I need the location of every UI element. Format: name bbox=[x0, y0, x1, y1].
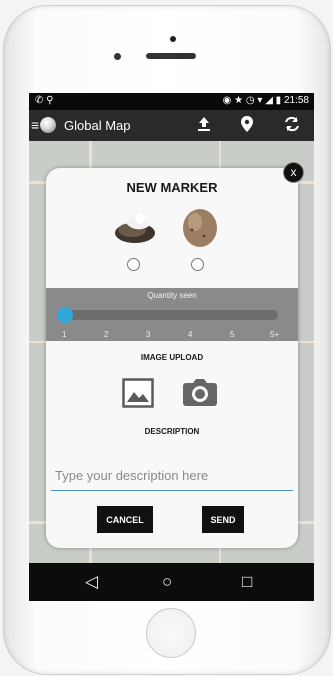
description-input[interactable] bbox=[51, 460, 293, 491]
notification-icons: ✆ ⚲ bbox=[35, 95, 54, 106]
app-title: Global Map bbox=[64, 118, 131, 133]
gallery-icon[interactable] bbox=[122, 378, 154, 408]
status-time: 21:58 bbox=[283, 95, 309, 106]
quantity-slider-thumb[interactable] bbox=[57, 307, 73, 323]
back-icon[interactable]: ◁ bbox=[85, 572, 98, 592]
sync-icon[interactable] bbox=[283, 115, 301, 138]
quantity-tick: 4 bbox=[188, 330, 193, 339]
dialog-title: NEW MARKER bbox=[126, 180, 218, 195]
marker-option-1-image[interactable] bbox=[112, 209, 158, 245]
quantity-tick: 2 bbox=[104, 330, 109, 339]
quantity-panel: Quantity seen 1 2 3 4 5 5+ bbox=[46, 288, 298, 341]
image-upload-label: IMAGE UPLOAD bbox=[140, 353, 204, 362]
quantity-label: Quantity seen bbox=[147, 291, 197, 300]
app-bar: ≡ Global Map bbox=[29, 110, 314, 141]
quantity-tick: 5 bbox=[230, 330, 235, 339]
phone-screen: ✆ ⚲ ◉ ★ ◷ ▾ ◢ ▮ 21:58 ≡ Global Map NEW M… bbox=[29, 93, 314, 601]
status-right: ◉ ★ ◷ ▾ ◢ ▮ 21:58 bbox=[223, 95, 309, 106]
new-marker-dialog: NEW MARKER Quantity seen 1 2 3 4 5 5+ IM… bbox=[46, 168, 298, 548]
cancel-button[interactable]: CANCEL bbox=[97, 506, 153, 533]
quantity-tick: 3 bbox=[146, 330, 151, 339]
marker-option-2-radio[interactable] bbox=[191, 258, 204, 271]
recents-icon[interactable]: □ bbox=[242, 572, 252, 592]
marker-option-1-radio[interactable] bbox=[127, 258, 140, 271]
proximity-sensor bbox=[114, 53, 121, 60]
home-icon[interactable]: ○ bbox=[162, 572, 172, 592]
status-bar: ✆ ⚲ ◉ ★ ◷ ▾ ◢ ▮ 21:58 bbox=[29, 93, 314, 110]
close-icon[interactable]: x bbox=[283, 162, 304, 183]
quantity-slider-track[interactable] bbox=[64, 310, 278, 320]
quantity-tick: 1 bbox=[62, 330, 67, 339]
upload-icon[interactable] bbox=[195, 115, 213, 138]
location-pin-icon[interactable] bbox=[239, 115, 255, 138]
system-icons: ◉ ★ ◷ ▾ ◢ ▮ bbox=[222, 95, 284, 106]
android-nav-bar: ◁ ○ □ bbox=[29, 563, 314, 601]
phone-home-button[interactable] bbox=[146, 608, 196, 658]
camera-icon[interactable] bbox=[182, 379, 218, 407]
description-label: DESCRIPTION bbox=[144, 427, 200, 436]
quantity-tick: 5+ bbox=[270, 330, 280, 339]
marker-option-2-image[interactable] bbox=[180, 206, 220, 248]
send-button[interactable]: SEND bbox=[202, 506, 244, 533]
menu-icon[interactable]: ≡ bbox=[31, 117, 39, 133]
front-camera bbox=[170, 36, 176, 42]
app-logo-icon bbox=[40, 117, 56, 133]
earpiece-speaker bbox=[146, 53, 196, 59]
